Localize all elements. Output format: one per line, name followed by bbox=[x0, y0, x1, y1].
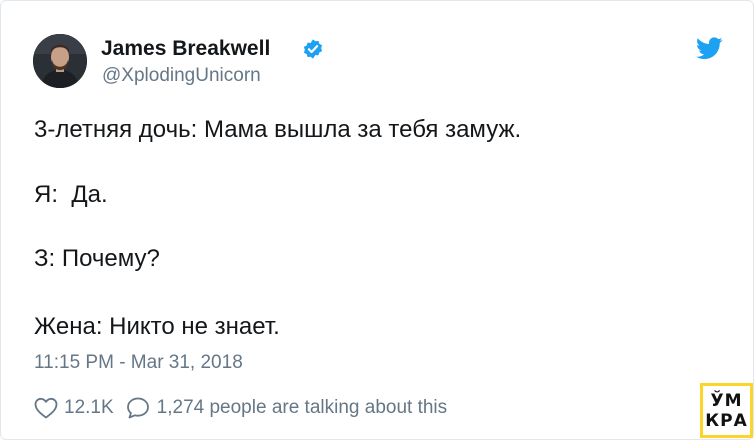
tweet-text-line: 3-летняя дочь: Мама вышла за тебя замуж. bbox=[34, 116, 522, 143]
tweet-timestamp[interactable]: 11:15 PM - Mar 31, 2018 bbox=[34, 352, 243, 374]
user-handle[interactable]: @XplodingUnicorn bbox=[102, 65, 261, 87]
tweet-actions: 12.1K 1,274 people are talking about thi… bbox=[34, 395, 447, 421]
watermark-bottom-text: КРА bbox=[705, 410, 748, 431]
tweet-text-line: Я: Да. bbox=[34, 181, 108, 208]
twitter-bird-icon[interactable] bbox=[696, 37, 723, 60]
tweet-text-line: З: Почему? bbox=[34, 245, 160, 272]
tweet-card: James Breakwell @XplodingUnicorn 3-летня… bbox=[0, 0, 754, 440]
avatar[interactable] bbox=[33, 34, 87, 88]
watermark-logo: ЎМ КРА bbox=[700, 383, 753, 438]
like-button[interactable]: 12.1K bbox=[34, 397, 114, 419]
display-name[interactable]: James Breakwell bbox=[101, 37, 270, 61]
heart-icon bbox=[34, 397, 58, 419]
watermark-top-text: ЎМ bbox=[710, 390, 743, 411]
tweet-text-line: Жена: Никто не знает. bbox=[34, 313, 280, 340]
talking-about-text: 1,274 people are talking about this bbox=[156, 397, 448, 418]
reply-button[interactable]: 1,274 people are talking about this bbox=[114, 396, 448, 420]
like-count: 12.1K bbox=[64, 397, 114, 418]
verified-badge-icon bbox=[303, 39, 323, 59]
speech-bubble-icon bbox=[126, 397, 149, 419]
